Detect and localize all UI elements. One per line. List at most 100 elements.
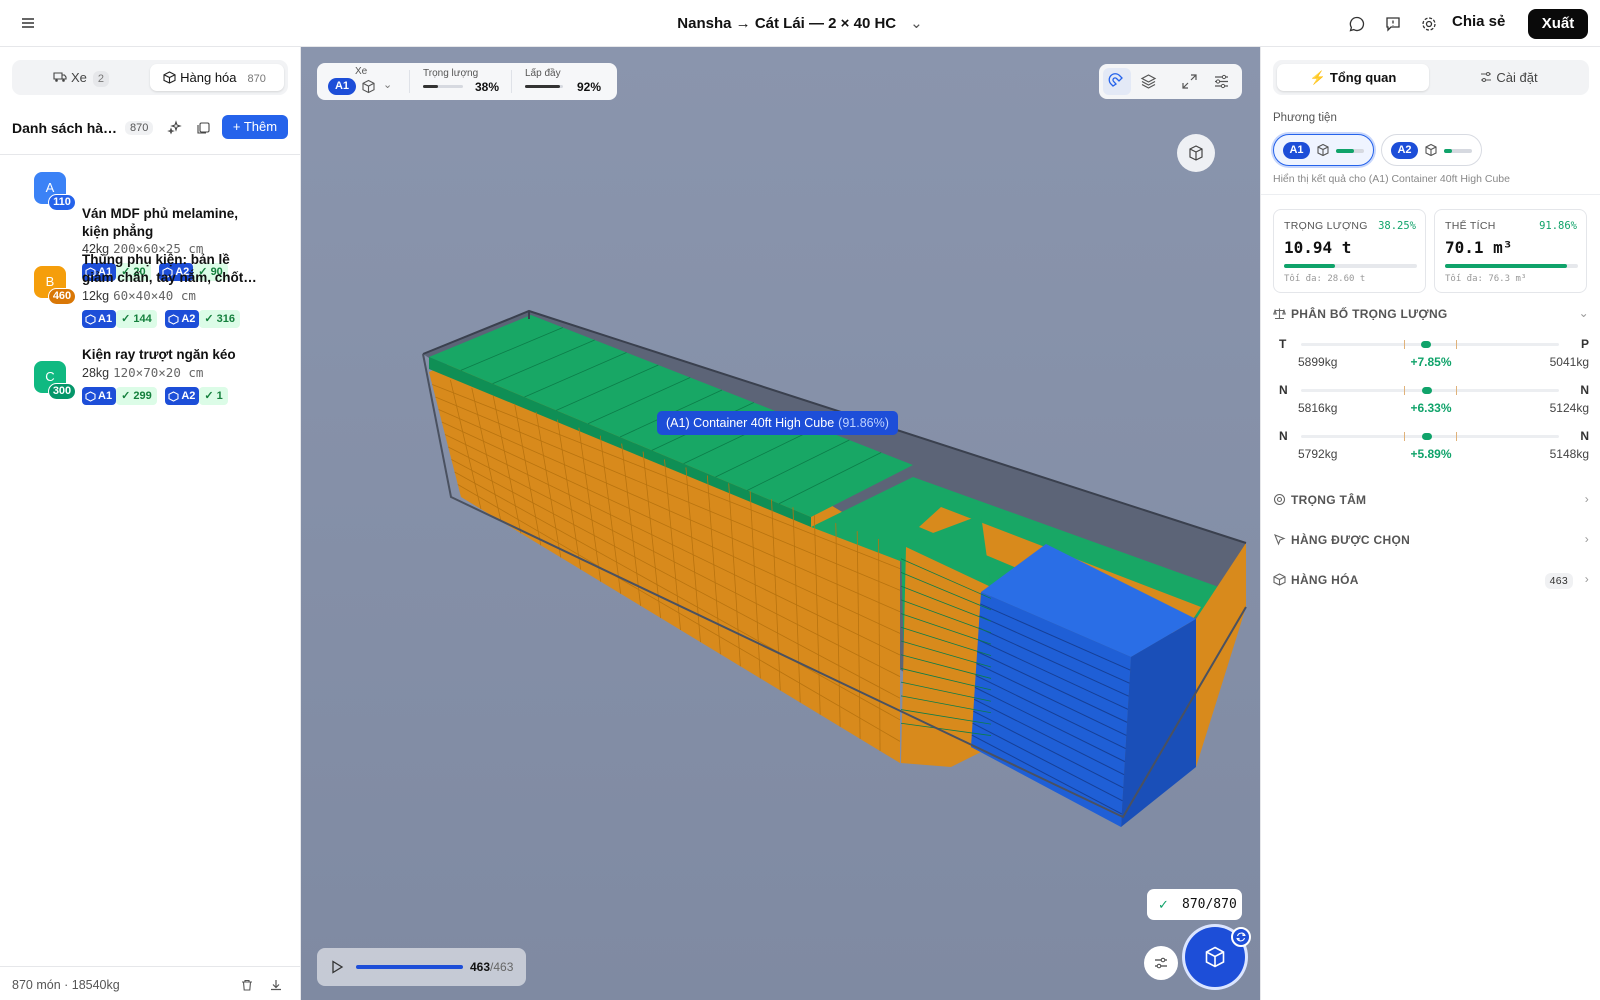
sparkles-icon[interactable]	[167, 120, 183, 136]
item-name-line1: Thùng phụ kiện: bản lề	[82, 252, 230, 267]
container-fill-percent: (91.86%)	[838, 416, 889, 430]
layers-icon[interactable]	[1139, 72, 1158, 91]
left-footer: 870 món · 18540kg	[0, 966, 300, 1000]
bolt-icon: ⚡	[1309, 70, 1326, 85]
magnet-icon[interactable]	[1108, 72, 1127, 91]
vehicle-label: Xe	[355, 66, 368, 77]
allocation-count: ✓ 144	[116, 310, 157, 328]
vehicle-pill-a2[interactable]: A2	[1381, 134, 1482, 166]
divider	[511, 70, 512, 93]
view-cube-button[interactable]	[1177, 134, 1215, 172]
balance-tick	[1456, 386, 1457, 395]
export-button[interactable]: Xuất	[1528, 9, 1588, 39]
tab-settings[interactable]: Cài đặt	[1433, 64, 1585, 91]
tab-vehicles[interactable]: Xe 2	[16, 64, 146, 91]
chevron-down-icon[interactable]: ⌄	[383, 78, 392, 91]
vehicle-select-a1[interactable]: A1	[328, 78, 356, 95]
vehicle-tag-label: A1	[98, 390, 113, 402]
trash-icon[interactable]	[240, 978, 254, 992]
box-icon	[163, 71, 176, 84]
cube-icon	[1205, 946, 1225, 968]
item-name: Thùng phụ kiện: bản lề giảm chấn, tay nắm…	[82, 251, 262, 287]
expand-icon[interactable]	[1180, 72, 1199, 91]
weight-label: Trọng lượng	[423, 68, 479, 79]
tab-label: Cài đặt	[1496, 70, 1538, 85]
divider	[1261, 194, 1600, 195]
container-label[interactable]: (A1) Container 40ft High Cube (91.86%)	[657, 411, 898, 435]
item-dims: 60×40×40 cm	[113, 288, 196, 303]
vehicle-tag-a1: A1	[82, 310, 117, 328]
box-icon	[168, 391, 179, 402]
3d-viewport[interactable]: Xe A1 ⌄ Trọng lượng 38% Lấp đầy 92% (A1)…	[301, 47, 1260, 1000]
vehicle-fill-bar	[1444, 149, 1472, 153]
weight-card-fill	[1284, 264, 1335, 268]
play-icon[interactable]	[329, 959, 345, 975]
feedback-icon[interactable]	[1384, 15, 1402, 33]
vehicle-tag-a2: A2	[165, 387, 200, 405]
balance-track	[1301, 386, 1559, 395]
weight-card-percent: 38.25%	[1378, 220, 1416, 232]
tab-cargo[interactable]: Hàng hóa 870	[150, 64, 284, 91]
packed-count: 870/870	[1182, 897, 1237, 912]
vehicle-fill	[1444, 149, 1453, 153]
allocation-count: ✓ 1	[199, 387, 228, 405]
allocation-value: 144	[133, 313, 152, 325]
truck-icon	[53, 72, 67, 82]
balance-tick	[1404, 432, 1405, 441]
sliders-icon	[1155, 957, 1167, 969]
volume-card-max: Tối đa: 76.3 m³	[1445, 274, 1527, 284]
distribution-header[interactable]: PHÂN BỐ TRỌNG LƯỢNG ⌄	[1273, 306, 1589, 324]
share-button[interactable]: Chia sẻ	[1452, 13, 1505, 30]
tab-overview[interactable]: ⚡ Tổng quan	[1277, 64, 1429, 91]
list-title: Danh sách hàng hóa	[12, 120, 120, 136]
vehicle-tag-label: A2	[181, 390, 196, 402]
vehicle-fill	[1336, 149, 1355, 153]
container-name: (A1) Container 40ft High Cube	[666, 416, 835, 430]
balance-marker	[1422, 433, 1432, 440]
tab-count: 870	[247, 73, 266, 85]
route-title: Nansha → Cát Lái — 2 × 40 HC	[677, 15, 897, 32]
right-tabs: ⚡ Tổng quan Cài đặt	[1273, 60, 1589, 95]
add-cargo-button[interactable]: + Thêm	[222, 115, 288, 139]
cargo-header[interactable]: HÀNG HÓA 463 ›	[1273, 572, 1589, 590]
vehicle-tag-a1: A1	[82, 387, 117, 405]
item-count-badge: 460	[48, 288, 76, 305]
balance-right-weight: 5041kg	[1549, 355, 1589, 369]
allocation-value: 299	[133, 390, 152, 402]
item-name: Kiện ray trượt ngăn kéo	[82, 346, 262, 364]
playback-fill	[356, 965, 463, 969]
settings-fab[interactable]	[1144, 946, 1178, 980]
selected-cargo-header[interactable]: HÀNG ĐƯỢC CHỌN ›	[1273, 532, 1589, 550]
allocation-value: 1	[216, 390, 223, 402]
playback-slider[interactable]	[356, 965, 463, 969]
item-name-line2: giảm chấn, tay nắm, chốt…	[82, 270, 257, 285]
balance-track	[1301, 340, 1559, 349]
balance-right-label: N	[1580, 429, 1589, 443]
cargo-title: HÀNG HÓA	[1291, 573, 1359, 587]
download-icon[interactable]	[269, 978, 283, 992]
balance-row: NN 5816kg +6.33% 5124kg	[1273, 383, 1589, 421]
box-icon	[85, 391, 96, 402]
weight-card-label: TRỌNG LƯỢNG	[1284, 220, 1368, 232]
right-panel: ⚡ Tổng quan Cài đặt Phương tiện A1 A2 Hiể…	[1260, 47, 1600, 1000]
vehicles-label: Phương tiện	[1273, 112, 1337, 124]
chevron-down-icon[interactable]: ⌄	[910, 14, 923, 32]
gear-icon[interactable]	[1420, 15, 1438, 33]
center-of-gravity-header[interactable]: TRỌNG TÂM ›	[1273, 492, 1589, 510]
vehicle-tag-a2: A2	[165, 310, 200, 328]
sliders-icon[interactable]	[1212, 72, 1231, 91]
distribution-title: PHÂN BỐ TRỌNG LƯỢNG	[1291, 307, 1448, 321]
balance-percent: +6.33%	[1410, 401, 1452, 415]
playback-counter: 463/463	[470, 960, 513, 974]
refresh-button[interactable]	[1231, 927, 1251, 947]
copy-icon[interactable]	[195, 120, 211, 136]
vehicle-pill-a1[interactable]: A1	[1273, 134, 1374, 166]
chat-icon[interactable]	[1348, 15, 1366, 33]
container-3d-scene[interactable]	[301, 47, 1260, 1000]
weight-card-bar	[1284, 264, 1417, 268]
volume-card-label: THỂ TÍCH	[1445, 220, 1496, 232]
left-tabs: Xe 2 Hàng hóa 870	[12, 60, 288, 95]
volume-card-bar	[1445, 264, 1578, 268]
top-bar: Nansha → Cát Lái — 2 × 40 HC ⌄ Chia sẻ Xu…	[0, 0, 1600, 47]
weight-percent: 38%	[475, 80, 500, 94]
